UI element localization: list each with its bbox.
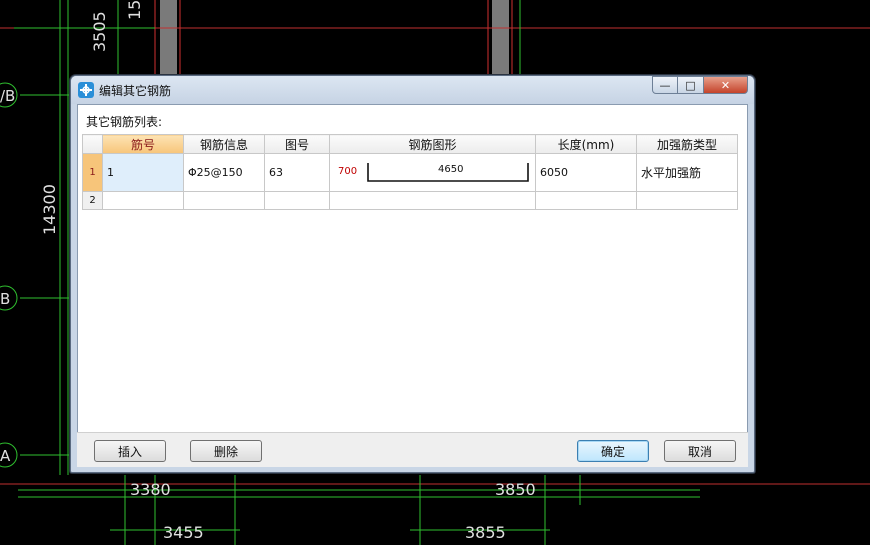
cell-bar-info[interactable]: Φ25@150 [183, 153, 265, 192]
cell-length[interactable]: 6050 [535, 153, 637, 192]
row-header[interactable]: 2 [82, 191, 103, 210]
axis-label-b: B [0, 290, 10, 308]
close-button[interactable]: ✕ [704, 76, 748, 94]
column-header-bar-no[interactable]: 筋号 [102, 134, 184, 154]
cell-shape[interactable] [329, 191, 536, 210]
cell-shape-no[interactable]: 63 [264, 153, 330, 192]
axis-label-a: A [0, 447, 11, 465]
delete-button[interactable]: 删除 [190, 440, 262, 462]
edit-other-rebar-dialog: 编辑其它钢筋 — □ ✕ 其它钢筋列表: 筋号 钢筋信息 图号 钢筋图形 长度(… [70, 75, 755, 473]
maximize-icon: □ [685, 78, 696, 92]
dim-3380: 3380 [130, 480, 171, 499]
dim-3855: 3855 [465, 523, 506, 542]
cell-type[interactable] [636, 191, 738, 210]
shape-hook-length: 700 [338, 166, 358, 177]
minimize-button[interactable]: — [652, 76, 678, 94]
cell-type[interactable]: 水平加强筋 [636, 153, 738, 192]
minimize-icon: — [659, 78, 671, 92]
cell-bar-no[interactable]: 1 [102, 153, 184, 192]
grid-header-row: 筋号 钢筋信息 图号 钢筋图形 长度(mm) 加强筋类型 [82, 134, 738, 154]
app-icon [78, 82, 94, 98]
dim-14300: 14300 [40, 184, 59, 235]
shape-straight-length: 4650 [438, 164, 464, 175]
dim-3850: 3850 [495, 480, 536, 499]
close-icon: ✕ [720, 78, 731, 92]
dim-15: 15 [125, 0, 144, 20]
rebar-grid[interactable]: 筋号 钢筋信息 图号 钢筋图形 长度(mm) 加强筋类型 1 1 Φ25@150… [82, 134, 738, 210]
rebar-list-label: 其它钢筋列表: [86, 115, 163, 129]
column-header-bar-info[interactable]: 钢筋信息 [183, 134, 265, 154]
axis-label-b-slash: /B [0, 87, 15, 105]
dialog-titlebar[interactable]: 编辑其它钢筋 — □ ✕ [71, 76, 754, 104]
table-row[interactable]: 1 1 Φ25@150 63 700 4650 6050 水平加强筋 [82, 153, 738, 192]
cell-length[interactable] [535, 191, 637, 210]
column-header-type[interactable]: 加强筋类型 [636, 134, 738, 154]
dim-3455: 3455 [163, 523, 204, 542]
cell-shape[interactable]: 700 4650 [329, 153, 536, 192]
rebar-shape-drawing: 700 4650 [331, 155, 535, 191]
row-header[interactable]: 1 [82, 153, 103, 192]
table-row[interactable]: 2 [82, 191, 738, 210]
column-header-shape-no[interactable]: 图号 [264, 134, 330, 154]
cell-bar-info[interactable] [183, 191, 265, 210]
corner-cell[interactable] [82, 134, 103, 154]
maximize-button[interactable]: □ [678, 76, 704, 94]
cell-shape-no[interactable] [264, 191, 330, 210]
dialog-footer: 插入 删除 确定 取消 [77, 432, 748, 467]
cancel-button[interactable]: 取消 [664, 440, 736, 462]
column-header-shape[interactable]: 钢筋图形 [329, 134, 536, 154]
cell-bar-no[interactable] [102, 191, 184, 210]
dim-3505: 3505 [90, 11, 109, 52]
dialog-title: 编辑其它钢筋 [99, 84, 172, 98]
ok-button[interactable]: 确定 [577, 440, 649, 462]
insert-button[interactable]: 插入 [94, 440, 166, 462]
dialog-client-area: 其它钢筋列表: 筋号 钢筋信息 图号 钢筋图形 长度(mm) 加强筋类型 1 1… [77, 104, 748, 466]
window-controls: — □ ✕ [652, 76, 748, 96]
column-header-length[interactable]: 长度(mm) [535, 134, 637, 154]
